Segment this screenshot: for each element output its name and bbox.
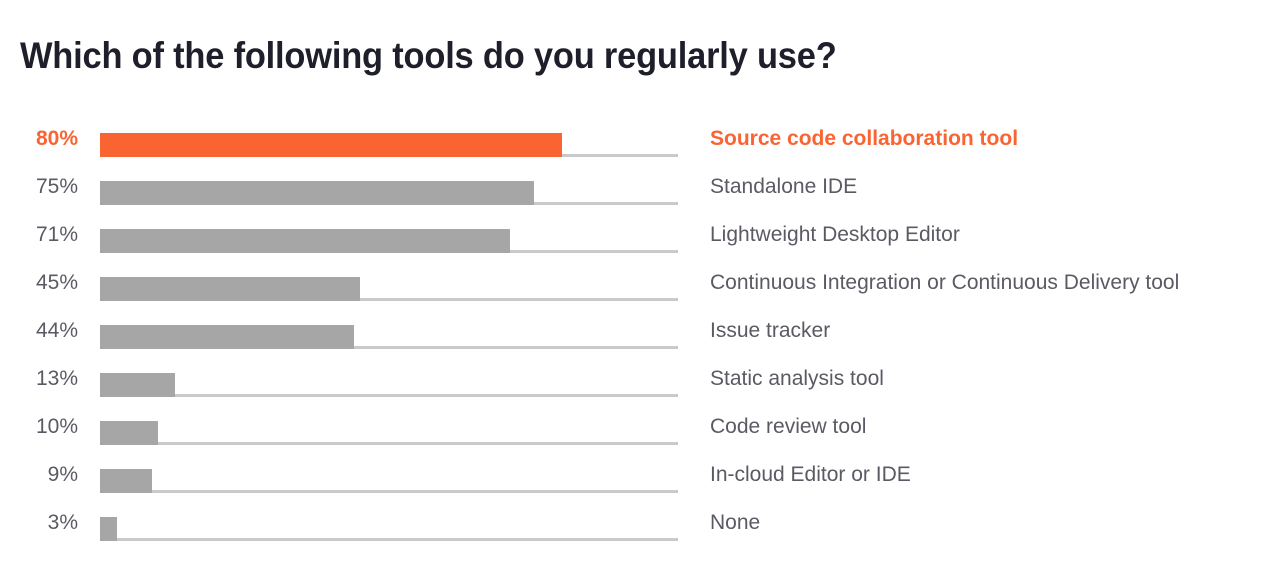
bar-row: 3% None — [0, 505, 1266, 553]
bar-category-label: None — [710, 511, 761, 534]
bar-row: 13% Static analysis tool — [0, 361, 1266, 409]
bar-fill — [100, 229, 511, 253]
bar-row: 80% Source code collaboration tool — [0, 121, 1266, 169]
bar-track-baseline — [100, 538, 678, 541]
bar-category-label: In-cloud Editor or IDE — [710, 463, 911, 486]
bar-fill — [100, 277, 361, 301]
bar-track-baseline — [100, 490, 678, 493]
bar-track — [100, 181, 678, 205]
bar-value-label: 9% — [47, 463, 78, 486]
bar-row: 10% Code review tool — [0, 409, 1266, 457]
bar-fill — [100, 517, 118, 541]
bar-fill — [100, 373, 176, 397]
bar-row: 9% In-cloud Editor or IDE — [0, 457, 1266, 505]
bar-track — [100, 373, 678, 397]
bar-track — [100, 517, 678, 541]
bar-row: 71% Lightweight Desktop Editor — [0, 217, 1266, 265]
bar-track — [100, 277, 678, 301]
bar-track — [100, 469, 678, 493]
bar-value-label: 75% — [35, 175, 78, 198]
bar-fill — [100, 325, 355, 349]
bar-track — [100, 421, 678, 445]
bar-category-label: Issue tracker — [710, 319, 831, 342]
bar-row: 75% Standalone IDE — [0, 169, 1266, 217]
bar-category-label: Standalone IDE — [710, 175, 858, 198]
bar-track-baseline — [100, 394, 678, 397]
bar-value-label: 13% — [35, 367, 78, 390]
chart-container: Which of the following tools do you regu… — [0, 0, 1266, 587]
bar-track-baseline — [100, 442, 678, 445]
bar-category-label: Lightweight Desktop Editor — [710, 223, 960, 246]
bar-chart-plot-area: 80% Source code collaboration tool 75% Stan… — [0, 121, 1266, 553]
bar-track — [100, 229, 678, 253]
bar-value-label: 10% — [35, 415, 78, 438]
bar-value-label: 3% — [47, 511, 78, 534]
bar-fill — [100, 133, 563, 157]
bar-category-label: Source code collaboration tool — [710, 127, 1019, 150]
bar-fill — [100, 181, 534, 205]
bar-row: 45% Continuous Integration or Continuous … — [0, 265, 1266, 313]
bar-value-label: 80% — [35, 127, 78, 150]
bar-fill — [100, 421, 158, 445]
bar-category-label: Static analysis tool — [710, 367, 884, 390]
bar-row: 44% Issue tracker — [0, 313, 1266, 361]
bar-track — [100, 325, 678, 349]
bar-value-label: 45% — [35, 271, 78, 294]
bar-track — [100, 133, 678, 157]
bar-category-label: Continuous Integration or Continuous Del… — [710, 271, 1180, 294]
bar-value-label: 71% — [35, 223, 78, 246]
chart-title: Which of the following tools do you regu… — [20, 35, 837, 76]
bar-value-label: 44% — [35, 319, 78, 342]
bar-fill — [100, 469, 153, 493]
bar-category-label: Code review tool — [710, 415, 867, 438]
